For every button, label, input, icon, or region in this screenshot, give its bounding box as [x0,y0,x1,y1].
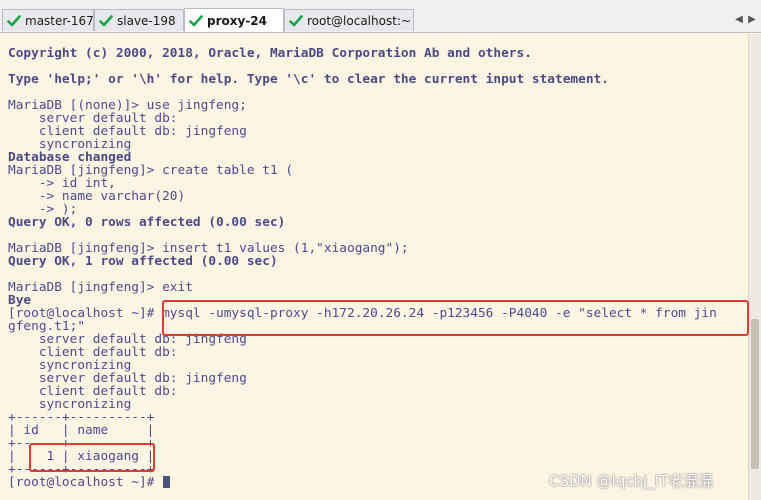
tab-scroll-right-icon[interactable]: ▶ [746,14,758,26]
connected-check-icon [99,14,113,26]
tab-proxy-24[interactable]: proxy-24 [184,8,284,32]
connected-check-icon [189,14,203,26]
connected-check-icon [7,14,21,26]
command-highlight-box [162,300,749,336]
connected-check-icon [289,14,303,26]
tab-scroll-left-icon[interactable]: ◀ [733,14,745,26]
tab-label: slave-198 [117,13,176,28]
terminal-line: MariaDB [jingfeng]> exit [8,280,193,295]
terminal-cursor [163,476,171,488]
terminal-line: Copyright (c) 2000, 2018, Oracle, MariaD… [8,46,532,61]
terminal-line: Query OK, 1 row affected (0.00 sec) [8,254,278,269]
tab-label: master-167 [25,13,94,28]
tab-label: proxy-24 [207,13,267,28]
session-tab-bar: master-167 slave-198 proxy-24 root@local… [0,6,761,33]
terminal-scrollbar[interactable] [748,34,761,500]
tab-label: root@localhost:~ [307,13,412,28]
result-row-highlight-box [29,443,155,472]
scrollbar-thumb[interactable] [751,319,759,469]
tab-master-167[interactable]: master-167 [2,9,94,31]
terminal-line: [root@localhost ~]# [8,476,171,489]
terminal-line: Query OK, 0 rows affected (0.00 sec) [8,215,286,230]
terminal-line: Type 'help;' or '\h' for help. Type '\c'… [8,72,609,87]
tab-root-localhost[interactable]: root@localhost:~ [284,9,414,31]
csdn-watermark: CSDN @lqcbj_IT老混混 [549,472,714,490]
tab-slave-198[interactable]: slave-198 [94,9,184,31]
terminal-output[interactable]: Copyright (c) 2000, 2018, Oracle, MariaD… [0,34,748,500]
